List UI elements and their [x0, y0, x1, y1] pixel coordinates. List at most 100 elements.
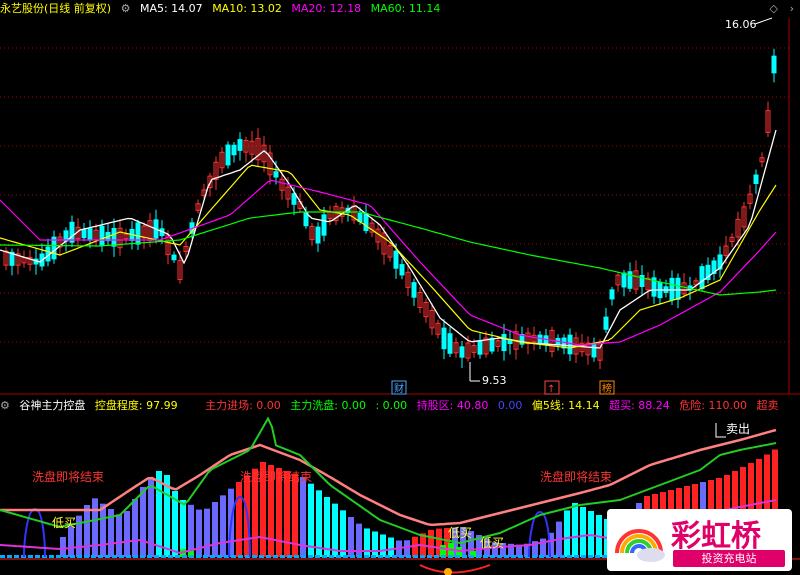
baseline-tick	[28, 555, 33, 558]
baseline-tick	[371, 555, 376, 558]
candle-body	[489, 337, 495, 352]
baseline-tick	[427, 555, 432, 558]
baseline-tick	[350, 555, 355, 558]
indicator-bar	[236, 482, 242, 557]
indicator-value: 偏5线: 14.14	[531, 399, 600, 412]
baseline-tick	[238, 555, 243, 558]
baseline-tick	[259, 555, 264, 558]
baseline-tick	[399, 555, 404, 558]
price-high-label: 16.06	[725, 18, 757, 31]
indicator-bar	[68, 526, 74, 557]
ma20-line	[0, 179, 777, 346]
indicator-bar	[428, 529, 434, 557]
baseline-tick	[343, 555, 348, 558]
baseline-tick	[588, 555, 593, 558]
baseline-tick	[455, 555, 460, 558]
candle-body	[771, 55, 777, 74]
baseline-tick	[595, 555, 600, 558]
candle-body	[591, 343, 597, 358]
baseline-tick	[273, 555, 278, 558]
candle-body	[669, 277, 675, 301]
indicator-bar	[100, 503, 106, 557]
baseline-tick	[511, 555, 516, 558]
indicator-annotation: 低买	[448, 526, 472, 540]
baseline-tick	[504, 555, 509, 558]
indicator-bar	[60, 537, 66, 557]
indicator-bar	[180, 500, 186, 557]
price-chart[interactable]: 16.06 9.53 财 ↑ 榜	[0, 0, 800, 395]
settings-gear-icon[interactable]: ⚙	[0, 399, 10, 412]
baseline-tick	[581, 555, 586, 558]
baseline-tick	[182, 555, 187, 558]
chart-window: 永艺股份(日线 前复权) ⚙ MA5: 14.07 MA10: 13.02 MA…	[0, 0, 800, 575]
baseline-tick	[70, 555, 75, 558]
baseline-tick	[14, 555, 19, 558]
baseline-tick	[133, 555, 138, 558]
candle-body	[81, 229, 87, 239]
candle-body	[225, 144, 231, 166]
baseline-tick	[154, 555, 159, 558]
baseline-tick	[420, 555, 425, 558]
baseline-tick	[553, 555, 558, 558]
watermark-logo: 彩虹桥 投资充电站	[607, 509, 792, 571]
candle-body	[273, 171, 279, 178]
indicator-bar	[132, 499, 138, 557]
baseline-tick	[126, 555, 131, 558]
indicator-bar	[388, 537, 394, 557]
candle-body	[537, 334, 543, 345]
candle-body	[237, 139, 243, 151]
candle-body	[363, 212, 369, 232]
candle-body	[621, 272, 627, 288]
baseline-tick	[378, 555, 383, 558]
indicator-name[interactable]: 谷神主力控盘	[19, 399, 85, 412]
sell-marker-line	[715, 423, 726, 438]
baseline-tick	[483, 555, 488, 558]
baseline-tick	[91, 555, 96, 558]
indicator-bar	[140, 487, 146, 557]
watermark-slogan: 投资充电站	[673, 550, 785, 567]
indicator-value: 超卖	[756, 399, 779, 412]
indicator-annotation: 洗盘即将结束	[240, 469, 312, 484]
indicator-value: 危险: 110.00	[679, 399, 747, 412]
baseline-tick	[280, 555, 285, 558]
indicator-bar	[84, 505, 90, 557]
baseline-tick	[0, 555, 5, 558]
baseline-tick	[98, 555, 103, 558]
indicator-annotation: 洗盘即将结束	[32, 469, 104, 484]
baseline-tick	[469, 555, 474, 558]
baseline-tick	[329, 555, 334, 558]
indicator-bar	[580, 507, 586, 557]
candle-body	[441, 327, 447, 350]
indicator-value: : 0.00	[375, 399, 408, 412]
candle-body	[399, 264, 405, 276]
baseline-tick	[434, 555, 439, 558]
candle-body	[675, 277, 681, 300]
candle-body	[477, 340, 483, 355]
candle-body	[291, 193, 297, 205]
indicator-bar	[220, 495, 226, 557]
baseline-tick	[413, 555, 418, 558]
bottom-arc	[419, 564, 491, 574]
indicator-bar	[212, 502, 218, 557]
indicator-value: 控盘程度: 97.99	[94, 399, 178, 412]
baseline-tick	[77, 555, 82, 558]
baseline-tick	[168, 555, 173, 558]
candle-body	[171, 254, 177, 261]
indicator-annotation: 低买	[480, 536, 504, 550]
candle-body	[135, 222, 141, 245]
baseline-tick	[84, 555, 89, 558]
indicator-annotation: 洗盘即将结束	[540, 469, 612, 484]
baseline-tick	[476, 555, 481, 558]
candle-body	[87, 228, 93, 241]
baseline-tick	[322, 555, 327, 558]
baseline-tick	[560, 555, 565, 558]
baseline-tick	[539, 555, 544, 558]
price-low-label: 9.53	[482, 374, 507, 387]
baseline-tick	[203, 555, 208, 558]
event-badge-label: 榜	[602, 382, 612, 395]
baseline-tick	[147, 555, 152, 558]
baseline-tick	[462, 555, 467, 558]
baseline-tick	[287, 555, 292, 558]
baseline-tick	[7, 555, 12, 558]
bottom-dot-icon	[444, 568, 452, 575]
